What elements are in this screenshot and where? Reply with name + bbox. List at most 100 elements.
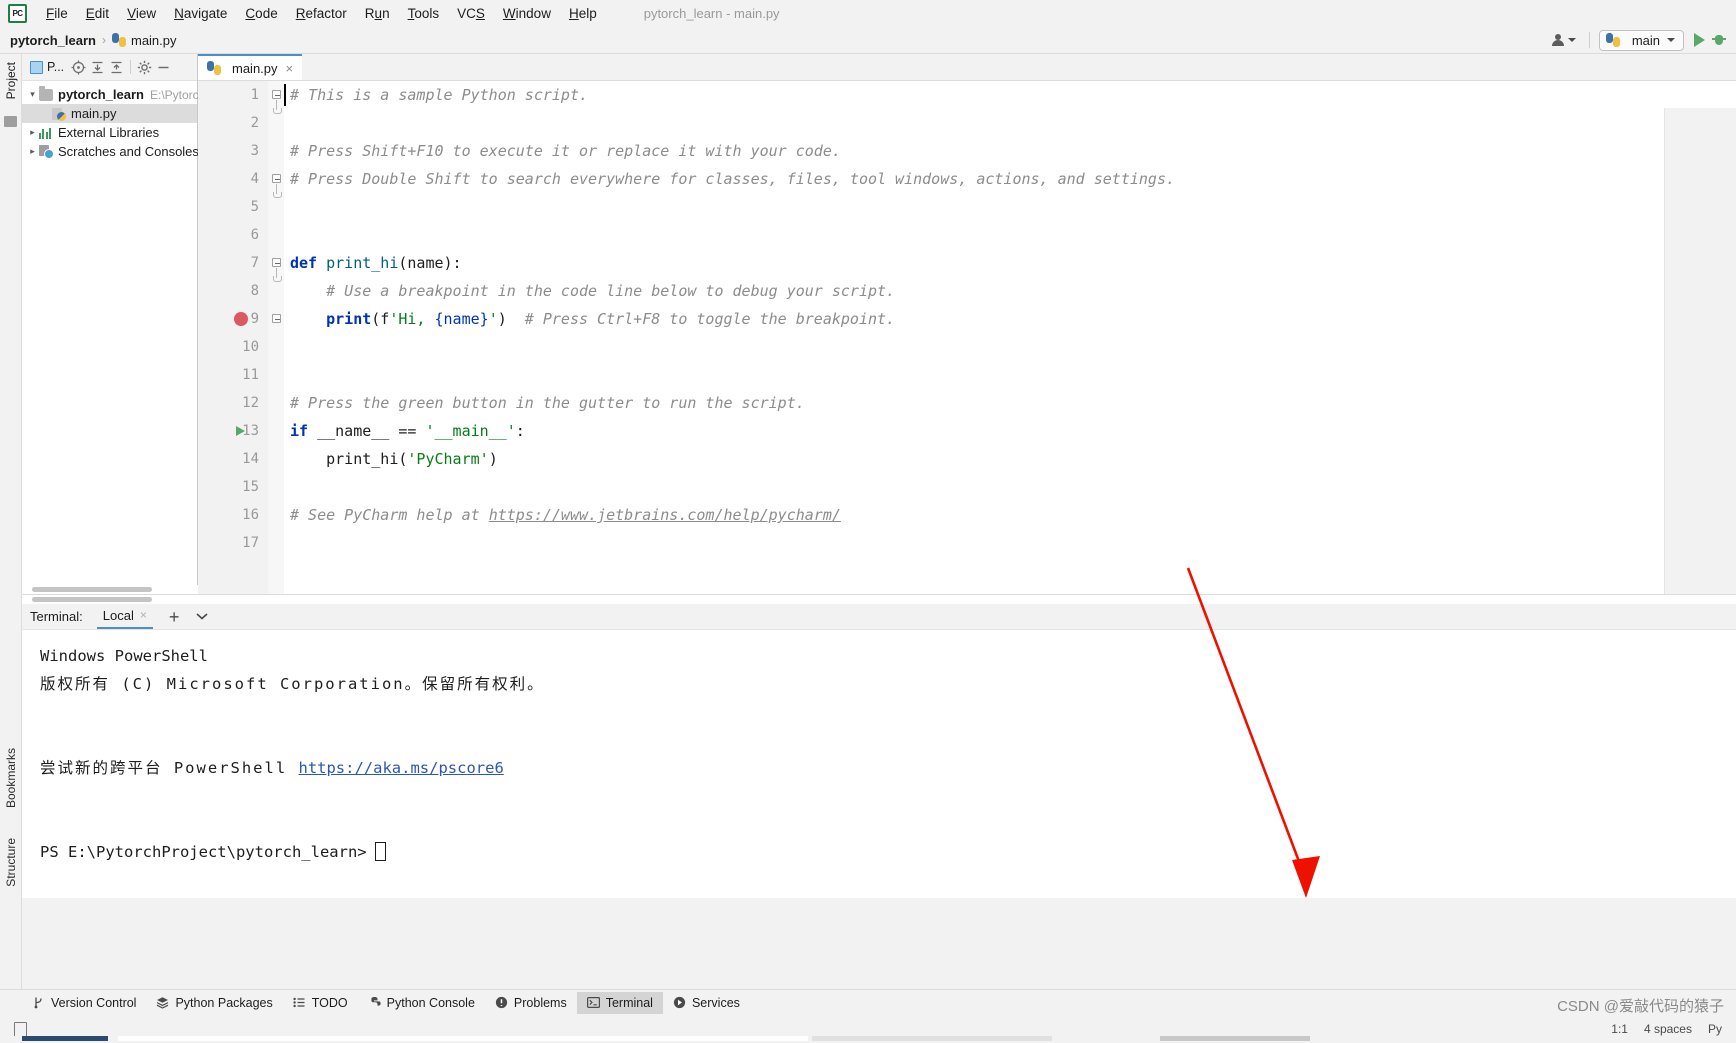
breadcrumb-project[interactable]: pytorch_learn <box>10 33 96 48</box>
code-token: # Press the green button in the gutter t… <box>290 394 805 412</box>
code-line: if __name__ == '__main__': <box>284 417 1736 445</box>
scratches-icon <box>39 145 54 159</box>
terminal-line: 版权所有 (C) Microsoft Corporation。保留所有权利。 <box>40 675 545 693</box>
toggle-toolwindows-icon[interactable] <box>14 1021 27 1037</box>
chevron-right-icon[interactable]: ▸ <box>26 127 39 138</box>
menu-navigate[interactable]: Navigate <box>165 2 236 25</box>
line-number: 15 <box>242 479 259 495</box>
debug-button[interactable] <box>1712 33 1726 47</box>
tool-button-terminal[interactable]: Terminal <box>576 991 663 1014</box>
fold-marker[interactable] <box>272 314 281 323</box>
menu-edit[interactable]: Edit <box>77 2 118 25</box>
run-gutter-icon[interactable] <box>236 426 245 436</box>
editor-area: main.py × 1 2 3 4 5 6 7 8 9 10 11 12 13 <box>198 54 1736 621</box>
project-horizontal-scrollbar[interactable] <box>22 585 198 594</box>
chevron-right-icon[interactable]: ▸ <box>26 146 39 157</box>
branch-icon <box>32 996 45 1009</box>
fold-region-line <box>273 100 282 114</box>
terminal-tab-local[interactable]: Local × <box>96 605 153 629</box>
tool-button-label: TODO <box>311 995 348 1010</box>
folder-icon <box>39 86 53 101</box>
editor-gutter[interactable]: 1 2 3 4 5 6 7 8 9 10 11 12 13 14 15 16 1… <box>198 81 268 594</box>
rail-item-structure[interactable]: Structure <box>2 834 20 891</box>
code-line: # Press the green button in the gutter t… <box>284 389 1736 417</box>
fold-marker[interactable] <box>272 90 281 99</box>
close-icon[interactable]: × <box>286 61 294 76</box>
tool-button-version-control[interactable]: Version Control <box>22 992 146 1014</box>
chevron-down-icon[interactable]: ▾ <box>26 89 39 100</box>
project-tree: ▾ pytorch_learn E:\PytorchPr main.py ▸ E… <box>22 81 217 161</box>
code-token: # Press Double Shift to search everywher… <box>290 170 1176 188</box>
chevron-down-icon <box>1667 38 1675 42</box>
tree-node-main-py[interactable]: main.py <box>22 104 197 123</box>
menu-vcs[interactable]: VCS <box>448 2 494 25</box>
menu-window[interactable]: Window <box>494 2 560 25</box>
breadcrumb-file[interactable]: main.py <box>111 33 177 48</box>
menu-file[interactable]: File <box>37 2 77 25</box>
tool-button-problems[interactable]: Problems <box>485 992 577 1014</box>
tree-node-scratches-and-consoles[interactable]: ▸ Scratches and Consoles <box>22 142 199 161</box>
menu-code[interactable]: Code <box>236 2 286 25</box>
code-token: (f <box>371 310 390 328</box>
menu-refactor[interactable]: Refactor <box>287 2 356 25</box>
run-configuration-selector[interactable]: main <box>1598 29 1684 51</box>
rail-item-bookmarks[interactable]: Bookmarks <box>2 744 20 812</box>
python-file-icon <box>207 61 221 75</box>
tool-button-label: Python Packages <box>175 995 273 1010</box>
editor-horizontal-scrollbar[interactable] <box>22 594 1736 604</box>
hide-panel-icon[interactable] <box>155 59 172 76</box>
fold-marker[interactable] <box>272 258 281 267</box>
code-token: ) <box>497 310 507 328</box>
tool-button-label: Services <box>691 995 740 1010</box>
tree-node-pytorch-learn[interactable]: ▾ pytorch_learn E:\PytorchPr <box>22 85 217 104</box>
menu-view[interactable]: View <box>118 2 165 25</box>
terminal-link[interactable]: https://aka.ms/pscore6 <box>298 759 503 777</box>
terminal-output[interactable]: Windows PowerShell 版权所有 (C) Microsoft Co… <box>22 630 1736 898</box>
code-token: if <box>290 422 318 440</box>
tool-button-services[interactable]: Services <box>663 992 750 1014</box>
locate-file-icon[interactable] <box>70 59 87 76</box>
editor-tab-label: main.py <box>232 60 278 76</box>
editor-right-margin <box>1664 108 1736 621</box>
code-line: print(f'Hi, {name}') # Press Ctrl+F8 to … <box>284 305 1736 333</box>
gear-icon[interactable] <box>136 59 153 76</box>
menu-run[interactable]: Run <box>356 2 399 25</box>
expand-all-icon[interactable] <box>89 59 106 76</box>
tree-node-label: Scratches and Consoles <box>58 144 199 159</box>
tool-button-todo[interactable]: TODO <box>283 992 358 1014</box>
tree-node-external-libraries[interactable]: ▸ External Libraries <box>22 123 197 142</box>
taskbar-item <box>1160 1036 1310 1041</box>
line-number: 16 <box>242 507 259 523</box>
caret-position[interactable]: 1:1 <box>1611 1022 1628 1036</box>
terminal-line-text: 尝试新的跨平台 PowerShell <box>40 759 299 777</box>
run-button[interactable] <box>1694 33 1705 47</box>
problems-icon <box>495 996 508 1009</box>
menu-tools[interactable]: Tools <box>399 2 449 25</box>
taskbar-item <box>812 1036 1052 1041</box>
project-panel-tab[interactable]: P... <box>26 58 68 76</box>
collapse-all-icon[interactable] <box>108 59 125 76</box>
tool-button-python-packages[interactable]: Python Packages <box>146 992 282 1014</box>
code-text-area[interactable]: # This is a sample Python script. # Pres… <box>284 81 1736 594</box>
fold-marker[interactable] <box>272 174 281 183</box>
line-number: 1 <box>250 87 259 103</box>
editor-tab-main-py[interactable]: main.py × <box>198 54 303 80</box>
breakpoint-marker[interactable] <box>234 312 248 326</box>
code-folding-column[interactable] <box>268 81 284 594</box>
new-terminal-icon[interactable]: + <box>169 608 180 626</box>
tool-button-python-console[interactable]: Python Console <box>358 992 485 1014</box>
terminal-options-icon[interactable] <box>195 609 209 624</box>
python-file-icon <box>52 107 66 121</box>
menu-help[interactable]: Help <box>560 2 606 25</box>
file-type-indicator[interactable]: Py <box>1708 1022 1722 1036</box>
line-number: 3 <box>250 143 259 159</box>
indent-setting[interactable]: 4 spaces <box>1644 1022 1692 1036</box>
code-editor[interactable]: 1 2 3 4 5 6 7 8 9 10 11 12 13 14 15 16 1… <box>198 81 1736 621</box>
close-icon[interactable]: × <box>140 608 147 622</box>
terminal-prompt-line[interactable]: PS E:\PytorchProject\pytorch_learn> <box>40 838 1736 866</box>
rail-item-project[interactable]: Project <box>2 58 20 103</box>
account-button[interactable] <box>1548 31 1580 50</box>
code-link[interactable]: https://www.jetbrains.com/help/pycharm/ <box>489 506 841 524</box>
python-console-icon <box>368 996 381 1009</box>
